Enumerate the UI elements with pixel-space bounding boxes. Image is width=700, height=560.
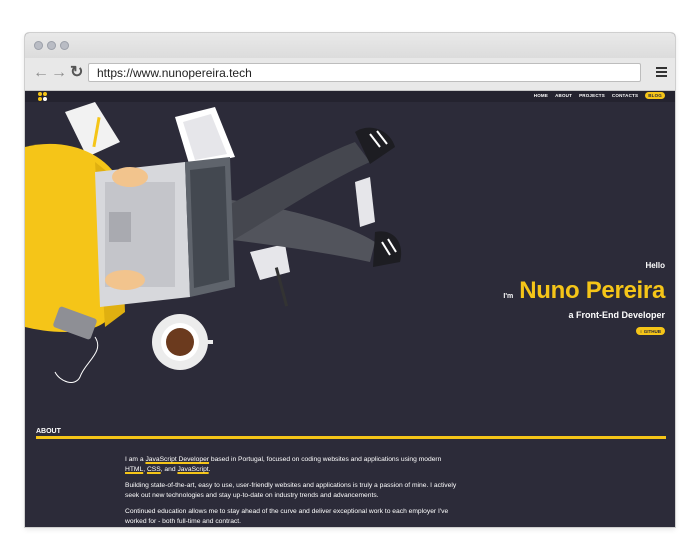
arrow-right-icon[interactable]: → [51, 64, 67, 82]
nav-about-link[interactable]: ABOUT [555, 93, 572, 98]
nav-blog-button[interactable]: BLOG [645, 92, 665, 99]
nav-contacts-link[interactable]: CONTACTS [612, 93, 638, 98]
title-bar [25, 33, 675, 58]
about-paragraph-3: Continued education allows me to stay ah… [125, 508, 449, 525]
about-paragraph-1: I am a JavaScript Developer based in Por… [125, 455, 460, 475]
browser-toolbar: ← → ↻ https://www.nunopereira.tech [25, 58, 675, 91]
browser-window: ← → ↻ https://www.nunopereira.tech HOME … [25, 33, 675, 527]
about-p1-text: . [208, 466, 211, 473]
javascript-link[interactable]: JavaScript [177, 466, 208, 473]
about-text: I am a JavaScript Developer based in Por… [125, 455, 460, 527]
hero-greeting: Hello [645, 261, 665, 270]
javascript-developer-link[interactable]: JavaScript Developer [145, 456, 209, 463]
hero-im-label: I'm [503, 293, 514, 300]
about-p1-text: I am a [125, 456, 146, 463]
github-icon: ○ [639, 328, 643, 334]
window-maximize-button[interactable] [60, 41, 69, 50]
address-bar[interactable]: https://www.nunopereira.tech [88, 63, 641, 82]
about-section-title: ABOUT [36, 428, 61, 435]
hero-name-row: I'm Nuno Pereira [503, 277, 665, 305]
github-label: GITHUB [643, 328, 661, 334]
css-link[interactable]: CSS [147, 466, 161, 473]
reload-icon[interactable]: ↻ [70, 64, 83, 82]
window-minimize-button[interactable] [47, 41, 56, 50]
about-paragraph-2: Building state-of-the-art, easy to use, … [125, 482, 457, 499]
hero-illustration [25, 102, 402, 383]
about-p1-text: , and [160, 466, 178, 473]
hero-name: Nuno Pereira [519, 277, 665, 304]
site-navbar: HOME ABOUT PROJECTS CONTACTS BLOG [25, 91, 675, 102]
coffee-cup [152, 314, 213, 370]
html-link[interactable]: HTML [125, 466, 143, 473]
arrow-left-icon[interactable]: ← [33, 64, 49, 82]
web-page: HOME ABOUT PROJECTS CONTACTS BLOG Hello … [25, 91, 675, 527]
hamburger-menu-icon[interactable] [656, 67, 667, 79]
about-p1-text: based in Portugal, focused on coding web… [209, 456, 442, 463]
hero-role: a Front-End Developer [568, 310, 665, 320]
github-button[interactable]: ○ GITHUB [635, 327, 665, 335]
nav-home-link[interactable]: HOME [534, 93, 548, 98]
site-logo[interactable] [37, 91, 49, 102]
nav-projects-link[interactable]: PROJECTS [579, 93, 605, 98]
window-close-button[interactable] [34, 41, 43, 50]
about-divider [36, 436, 666, 439]
